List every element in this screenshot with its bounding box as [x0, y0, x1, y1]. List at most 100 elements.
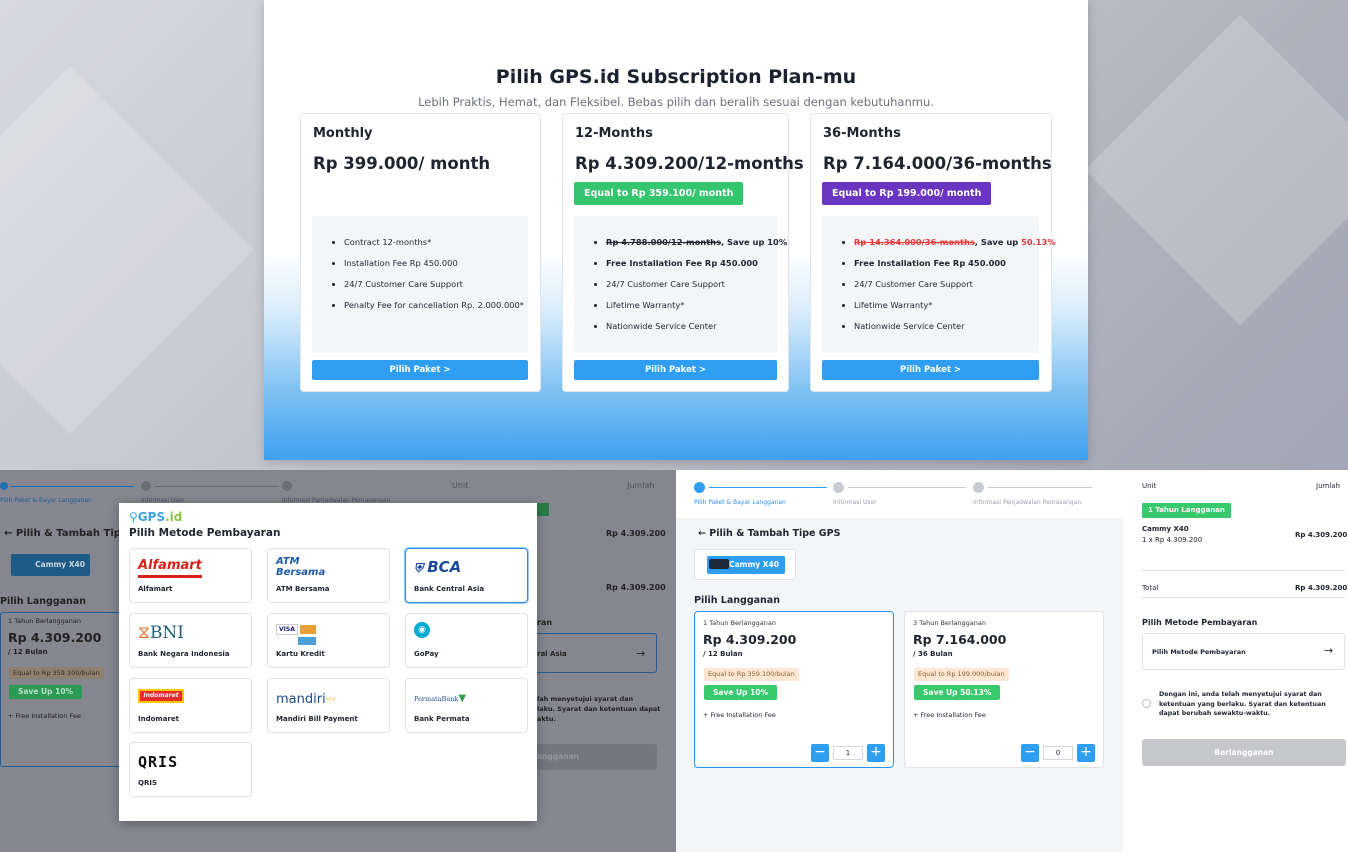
location-pin-icon: ⚲	[129, 510, 138, 524]
terms-checkbox[interactable]	[1142, 699, 1151, 708]
method-name: Alfamart	[138, 585, 173, 593]
old-price: Rp 4.788.000/12-months	[606, 237, 722, 247]
amex-icon	[298, 637, 316, 645]
method-name: Mandiri Bill Payment	[276, 715, 358, 723]
plus-button[interactable]: +	[1077, 744, 1095, 762]
mandiri-wave-icon: 〰	[325, 695, 336, 706]
subscription-card-3-year[interactable]: 3 Tahun Berlangganan Rp 7.164.000 / 36 B…	[904, 611, 1104, 768]
step-line	[709, 487, 827, 488]
device-selector[interactable]: Cammy X40	[694, 549, 796, 580]
subscribe-button[interactable]: Berlangganan	[1142, 739, 1346, 766]
payment-method-bni[interactable]: ⧖BNI Bank Negara Indonesia	[129, 613, 252, 668]
sub-price: Rp 4.309.200	[703, 632, 797, 647]
fee-text: + Free Installation Fee	[703, 711, 776, 719]
method-name: Kartu Kredit	[276, 650, 325, 658]
section-title: Pilih Langganan	[0, 596, 86, 607]
method-name: Bank Central Asia	[414, 585, 485, 593]
back-title[interactable]: ← Pilih & Tambah Tipe GPS	[698, 528, 840, 539]
method-title-partial: ran	[537, 618, 553, 627]
payment-method-mandiri[interactable]: mandiri〰 Mandiri Bill Payment	[267, 678, 390, 733]
feature-item: Rp 14.364.000/36-months, Save up 50.13%	[854, 232, 1056, 253]
brand-text: GPS	[137, 510, 166, 524]
pricing-title: Pilih GPS.id Subscription Plan-mu	[495, 66, 857, 88]
arrow-right-icon: →	[1324, 644, 1334, 657]
step-line	[155, 486, 279, 487]
subscription-card[interactable]: 1 Tahun Berlangganan Rp 4.309.200 / 12 B…	[0, 612, 128, 767]
quantity-input[interactable]: 1	[833, 746, 863, 760]
minus-button[interactable]: −	[811, 744, 829, 762]
subscribe-button[interactable]: angganan	[537, 744, 657, 770]
jumlah-label: Jumlah	[627, 481, 655, 490]
permata-logo: PermataBank▼	[414, 693, 466, 713]
save-badge: Save Up 10%	[704, 685, 778, 700]
feature-item: Contract 12-months*	[344, 232, 528, 253]
method-selector[interactable]: ral Asia →	[537, 633, 657, 673]
feature-item: Nationwide Service Center	[854, 316, 1039, 337]
total-amount: Rp 4.309.200	[1295, 584, 1348, 592]
amount: Rp 4.309.200	[606, 583, 666, 592]
terms-text: lah menyetujui syarat dan	[537, 695, 634, 703]
payment-method-indomaret[interactable]: Indomaret Indomaret	[129, 678, 252, 733]
unit-label: Unit	[1142, 482, 1157, 490]
divider	[1142, 597, 1345, 598]
equal-badge: Equal to Rp 359.100/bulan	[704, 668, 799, 681]
bg-decoration	[1084, 14, 1348, 326]
feature-item: Installation Fee Rp 450.000	[344, 253, 528, 274]
payment-method-gopay[interactable]: ◉ GoPay	[405, 613, 528, 668]
payment-method-permata[interactable]: PermataBank▼ Bank Permata	[405, 678, 528, 733]
divider	[1142, 570, 1345, 571]
save-badge: Save Up 50.13%	[914, 685, 1001, 700]
payment-method-selector[interactable]: Pilih Metode Pembayaran →	[1142, 633, 1345, 670]
save-badge: Save Up 10%	[9, 685, 83, 699]
pick-plan-button[interactable]: Pilih Paket >	[312, 360, 528, 380]
badge-partial	[537, 503, 549, 516]
equal-badge: Equal to Rp 359.100/bulan	[9, 667, 104, 679]
plan-name: 12-Months	[575, 126, 653, 141]
feature-item: Lifetime Warranty*	[606, 295, 777, 316]
item-qty: 1 x Rp 4.309.200	[1142, 536, 1203, 544]
plan-name: 36-Months	[823, 126, 901, 141]
pick-plan-button[interactable]: Pilih Paket >	[822, 360, 1039, 380]
method-name: Bank Negara Indonesia	[138, 650, 230, 658]
mandiri-logo-text: mandiri	[276, 692, 326, 707]
arrow-left-icon: ←	[698, 528, 710, 539]
back-title[interactable]: ← Pilih & Tambah Tipe	[4, 528, 128, 539]
payment-method-kartu-kredit[interactable]: VISA Kartu Kredit	[267, 613, 390, 668]
plan-card-monthly: Monthly Rp 399.000/ month Contract 12-mo…	[300, 113, 541, 392]
plus-button[interactable]: +	[867, 744, 885, 762]
payment-method-alfamart[interactable]: Alfamart Alfamart	[129, 548, 252, 603]
subscription-card-1-year[interactable]: 1 Tahun Berlangganan Rp 4.309.200 / 12 B…	[694, 611, 894, 768]
plan-price: Rp 7.164.000/36-months	[823, 154, 1052, 173]
terms-text: aktu.	[537, 715, 556, 723]
plan-selection-area: ← Pilih & Tambah Tipe GPS Cammy X40 Pili…	[676, 518, 1123, 852]
payment-method-atm-bersama[interactable]: ATM Bersama ATM Bersama	[267, 548, 390, 603]
feature-item: Lifetime Warranty*	[854, 295, 1039, 316]
step-dot	[141, 481, 151, 491]
step-label: Pilih Paket & Bayar Langganan	[694, 499, 786, 506]
feature-item: Penalty Fee for cancellation Rp. 2.000.0…	[344, 295, 528, 316]
plan-features: Rp 14.364.000/36-months, Save up 50.13% …	[822, 216, 1056, 353]
quantity-input[interactable]: 0	[1043, 746, 1073, 760]
sub-unit: / 36 Bulan	[913, 650, 953, 658]
qris-logo: QRIS	[138, 753, 179, 771]
step-dot	[833, 482, 844, 493]
method-name: ATM Bersama	[276, 585, 330, 593]
payment-method-qris[interactable]: QRIS QRIS	[129, 742, 252, 797]
payment-method-bca[interactable]: ⛨ BCA Bank Central Asia	[405, 548, 528, 603]
pick-plan-button[interactable]: Pilih Paket >	[574, 360, 777, 380]
minus-button[interactable]: −	[1021, 744, 1039, 762]
gps-logo: ⚲GPS.id	[129, 510, 182, 524]
bni-logo-text: BNI	[149, 623, 185, 643]
plan-card-36-months: 36-Months Rp 7.164.000/36-months Equal t…	[810, 113, 1056, 392]
feature-item: 24/7 Customer Care Support	[344, 274, 528, 295]
atm-bersama-logo: ATM Bersama	[276, 556, 326, 578]
quantity-stepper: − 1 +	[811, 744, 885, 762]
save-percent: 50.13%	[1021, 237, 1056, 247]
step-dot	[282, 481, 292, 491]
terms-text: laku. Syarat dan ketentuan dapat	[537, 705, 661, 713]
device-chip[interactable]: Cammy X40	[11, 554, 90, 576]
step-line	[988, 487, 1092, 488]
mastercard-icon	[299, 625, 316, 634]
method-name: GoPay	[414, 650, 439, 658]
terms-text: Dengan ini, anda telah menyetujui syarat…	[1159, 691, 1326, 717]
